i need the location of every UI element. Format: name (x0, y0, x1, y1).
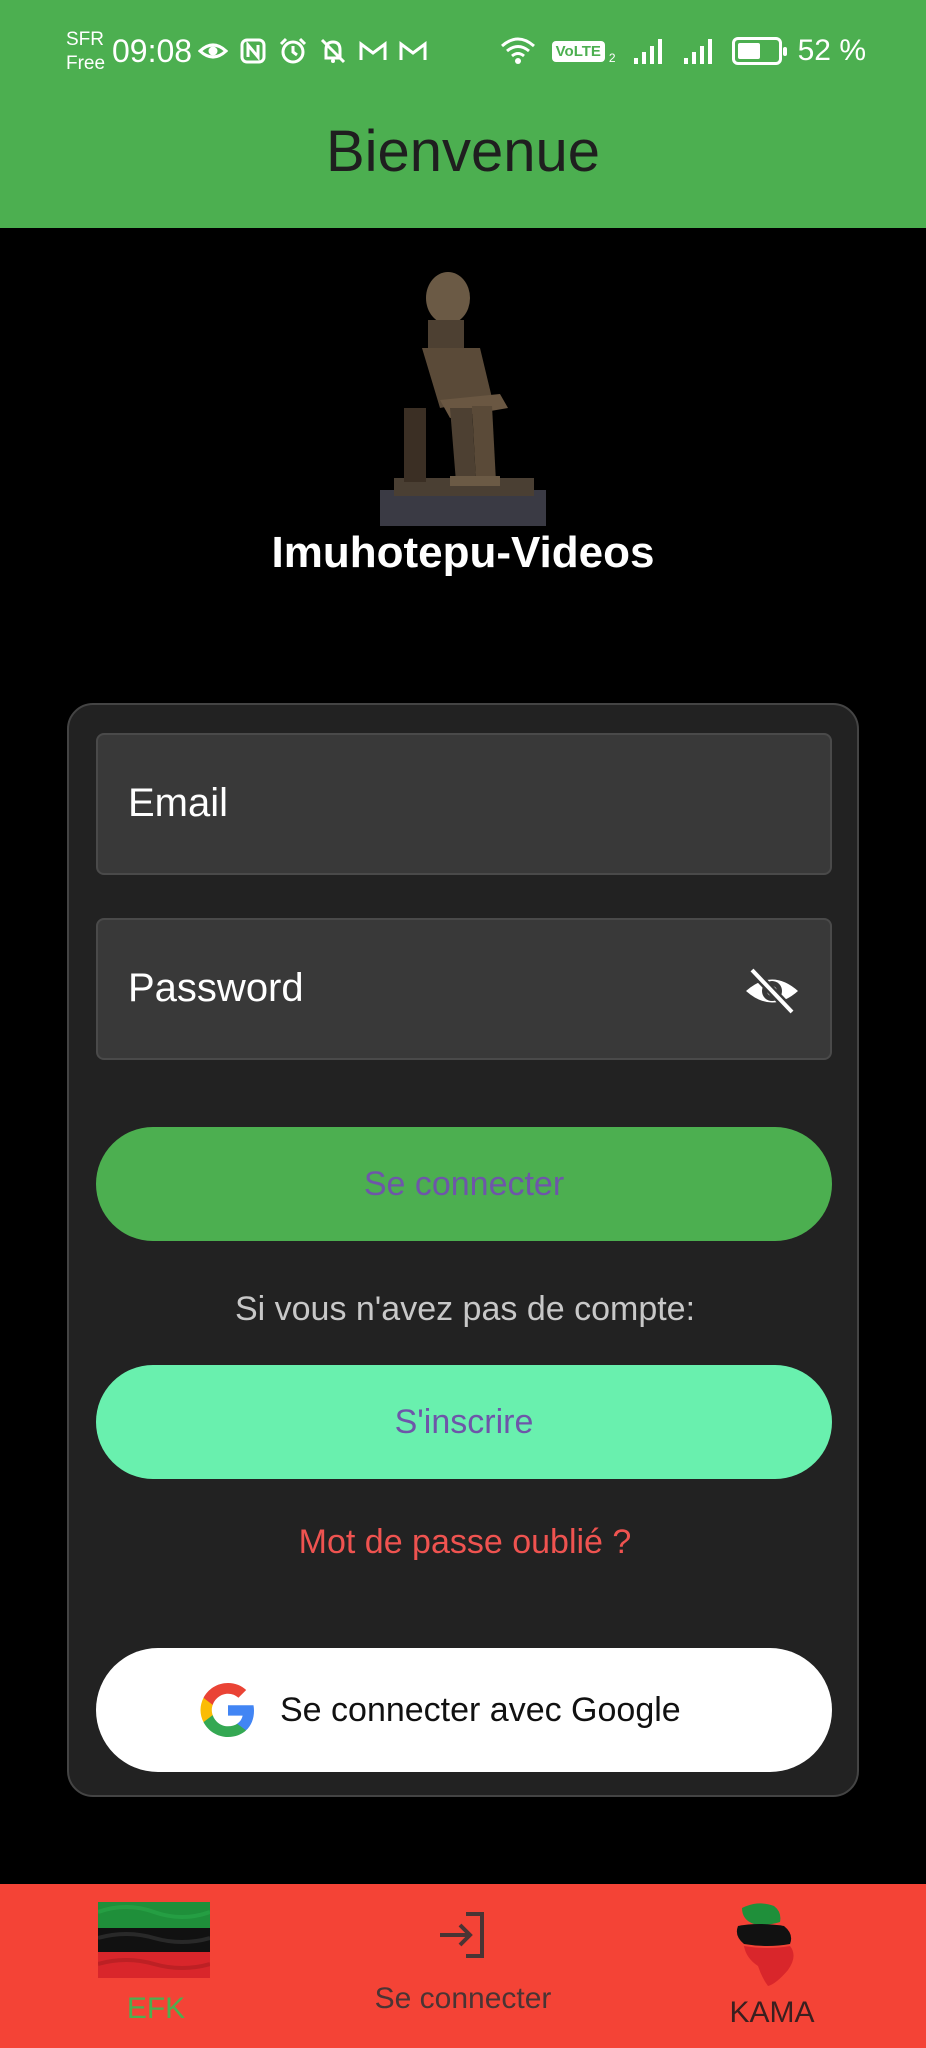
app-logo (380, 268, 546, 526)
nav-item-kama[interactable]: KAMA (700, 1884, 844, 2048)
nav-label-kama: KAMA (729, 1996, 815, 2029)
volte-badge: VoLTE (551, 40, 605, 62)
status-bar: SFR Free 09:08 VoLTE 2 52 % (0, 0, 926, 100)
nav-item-login[interactable]: Se connecter (350, 1884, 576, 2048)
google-icon (200, 1683, 254, 1737)
carrier-line2: Free (66, 53, 106, 74)
page-title: Bienvenue (325, 119, 601, 184)
app-bar: SFR Free 09:08 VoLTE 2 52 % Bienvenue (0, 0, 926, 228)
carrier: SFR Free (66, 28, 105, 76)
login-icon (440, 1912, 484, 1958)
signal-icon (633, 39, 662, 64)
gmail-icon (359, 41, 387, 60)
signal-icon (683, 39, 712, 64)
nfc-icon (240, 38, 266, 64)
battery-icon (731, 37, 787, 65)
bell-off-icon (320, 38, 346, 64)
nav-label-efk: EFK (126, 1992, 186, 2025)
bottom-nav: EFK Se connecter KAMA (0, 1884, 926, 2048)
email-field[interactable]: Email (96, 733, 832, 875)
forgot-password-link[interactable]: Mot de passe oublié ? (69, 1523, 861, 1562)
volte-sub: 2 (608, 51, 616, 65)
eye-icon (198, 43, 228, 59)
notification-icons (198, 36, 428, 66)
flag-icon (98, 1902, 210, 1978)
nav-label-login: Se connecter (374, 1982, 552, 2015)
login-card: Email Password Se connecter Si vous n'av… (67, 703, 859, 1797)
no-account-hint: Si vous n'avez pas de compte: (234, 1290, 696, 1328)
clock: 09:08 (112, 33, 193, 69)
visibility-off-icon[interactable] (744, 966, 800, 1016)
wifi-icon (500, 37, 535, 64)
google-button-label: Se connecter avec Google (280, 1691, 681, 1729)
battery-percent: 52 % (797, 34, 866, 67)
carrier-line1: SFR (66, 29, 104, 50)
signup-button[interactable]: S'inscrire (96, 1365, 832, 1479)
alarm-icon (279, 37, 307, 64)
app-name: Imuhotepu-Videos (271, 528, 655, 577)
email-label: Email (128, 781, 229, 825)
system-icons: VoLTE 2 52 % (500, 34, 866, 68)
gmail-icon (399, 41, 427, 60)
nav-item-efk[interactable]: EFK (88, 1884, 224, 2048)
password-field[interactable]: Password (96, 918, 832, 1060)
password-label: Password (128, 966, 304, 1010)
africa-map-icon (736, 1903, 794, 1986)
google-signin-button[interactable]: Se connecter avec Google (96, 1648, 832, 1772)
login-button[interactable]: Se connecter (96, 1127, 832, 1241)
